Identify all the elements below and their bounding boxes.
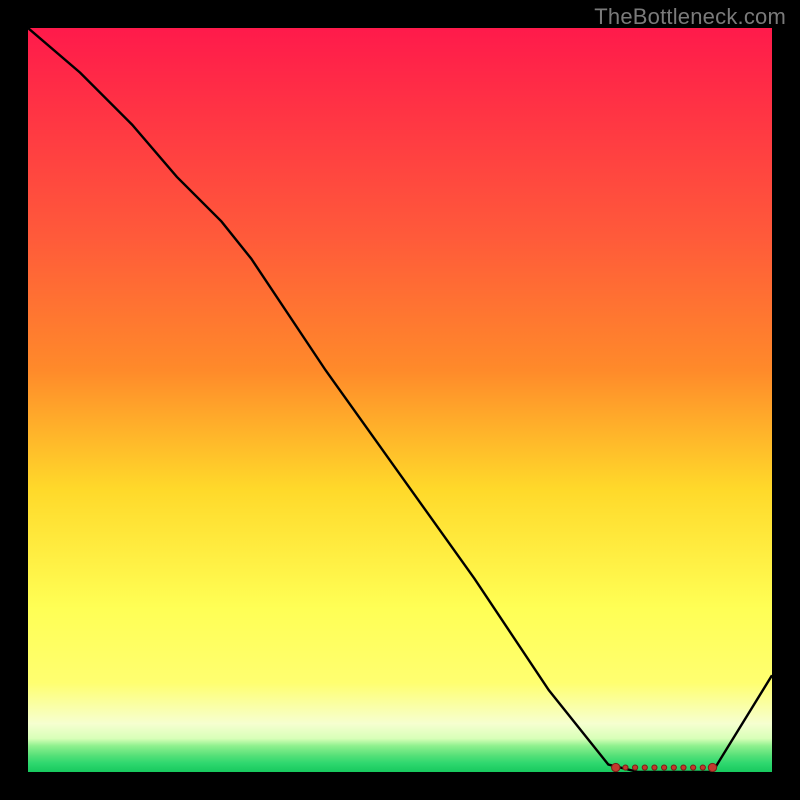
marker-point [691,765,696,770]
marker-point [708,763,716,771]
marker-point [642,765,647,770]
chart-frame: TheBottleneck.com [0,0,800,800]
gradient-background [28,28,772,772]
marker-point [623,765,628,770]
chart-svg [28,28,772,772]
marker-point [681,765,686,770]
marker-point [612,763,620,771]
marker-point [652,765,657,770]
marker-point [671,765,676,770]
watermark-text: TheBottleneck.com [594,4,786,30]
plot-area [28,28,772,772]
marker-point [633,765,638,770]
marker-point [662,765,667,770]
marker-point [700,765,705,770]
